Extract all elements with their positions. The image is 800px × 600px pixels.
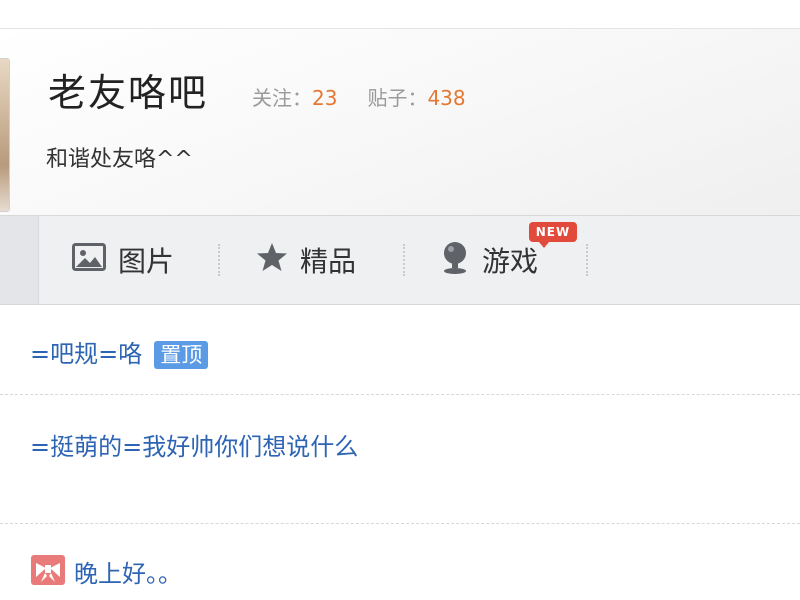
nav-divider — [403, 244, 405, 276]
game-icon — [440, 240, 482, 281]
pinned-tag: 置顶 — [154, 341, 209, 369]
tab-images[interactable]: 图片 — [72, 240, 174, 280]
star-icon — [256, 242, 300, 279]
thread-row: =吧规=咯 置顶 — [0, 304, 800, 395]
tab-games-label: 游戏 — [482, 245, 539, 278]
bow-icon — [31, 555, 65, 585]
top-bar — [0, 0, 800, 29]
nav-left-panel — [0, 216, 39, 304]
tab-featured-label: 精品 — [300, 245, 357, 278]
thread-row: =挺萌的=我好帅你们想说什么 — [0, 395, 800, 524]
follow-label: 关注： — [252, 86, 312, 110]
tab-featured[interactable]: 精品 — [256, 240, 356, 280]
new-badge: NEW — [529, 222, 577, 248]
tab-images-label: 图片 — [118, 245, 175, 278]
forum-header — [0, 29, 800, 215]
posts-label: 贴子： — [367, 86, 428, 110]
posts-count: 438 — [427, 86, 466, 110]
forum-avatar[interactable] — [0, 58, 10, 212]
thread-title[interactable]: 晚上好。。 — [74, 554, 182, 589]
forum-title[interactable]: 老友咯吧 — [48, 70, 208, 116]
nav-divider — [586, 244, 588, 276]
forum-stats: 关注：23 贴子：438 — [252, 85, 466, 111]
thread-title-text[interactable]: =吧规=咯 — [30, 340, 142, 368]
thread-title[interactable]: =吧规=咯 置顶 — [30, 334, 209, 369]
thread-title[interactable]: =挺萌的=我好帅你们想说什么 — [30, 427, 358, 462]
follow-count: 23 — [312, 86, 338, 110]
nav-divider — [218, 244, 220, 276]
tab-games[interactable]: 游戏 — [440, 240, 538, 280]
forum-nav-bar: 图片 精品 游戏 — [0, 215, 800, 305]
avatar-image — [0, 59, 9, 211]
forum-slogan: 和谐处友咯^^ — [46, 147, 193, 172]
image-icon — [72, 242, 118, 278]
